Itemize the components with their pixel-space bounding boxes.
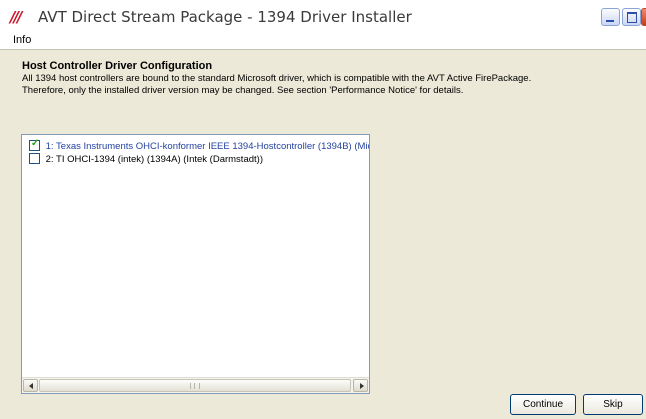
controller-checkbox[interactable] [29,153,40,164]
title-bar[interactable]: /// AVT Direct Stream Package - 1394 Dri… [0,0,646,34]
minimize-icon [606,20,614,22]
minimize-button[interactable] [601,8,620,26]
checkmark-icon: ✓ [31,138,40,149]
menu-item-info[interactable]: Info [13,34,31,46]
controller-item[interactable]: 2: TI OHCI-1394 (intek) (1394A) (Intek (… [29,153,263,166]
horizontal-scrollbar[interactable] [22,377,369,393]
avt-logo-icon: /// [10,8,22,26]
skip-button[interactable]: Skip [583,394,643,415]
arrow-right-icon [360,383,364,389]
window-title: AVT Direct Stream Package - 1394 Driver … [38,8,412,26]
controller-item[interactable]: ✓ 1: Texas Instruments OHCI-konformer IE… [29,138,370,153]
controller-label: 2: TI OHCI-1394 (intek) (1394A) (Intek (… [45,154,263,165]
maximize-button[interactable] [622,8,641,26]
section-title: Host Controller Driver Configuration [22,60,213,72]
controller-list[interactable]: ✓ 1: Texas Instruments OHCI-konformer IE… [21,134,370,394]
scroll-right-button[interactable] [353,379,368,392]
arrow-left-icon [29,383,33,389]
continue-button[interactable]: Continue [510,394,576,415]
controller-checkbox[interactable]: ✓ [29,138,40,151]
scroll-left-button[interactable] [23,379,38,392]
maximize-icon [627,12,637,23]
section-description-line-2: Therefore, only the installed driver ver… [22,85,464,96]
grip-icon [190,383,200,389]
section-description: All 1394 host controllers are bound to t… [22,73,622,97]
scroll-thumb[interactable] [39,379,351,392]
controller-label: 1: Texas Instruments OHCI-konformer IEEE… [45,141,370,152]
installer-window: /// AVT Direct Stream Package - 1394 Dri… [0,0,646,419]
close-button[interactable] [641,8,646,26]
menu-bar: Info [0,33,646,50]
section-description-line-1: All 1394 host controllers are bound to t… [22,73,532,84]
